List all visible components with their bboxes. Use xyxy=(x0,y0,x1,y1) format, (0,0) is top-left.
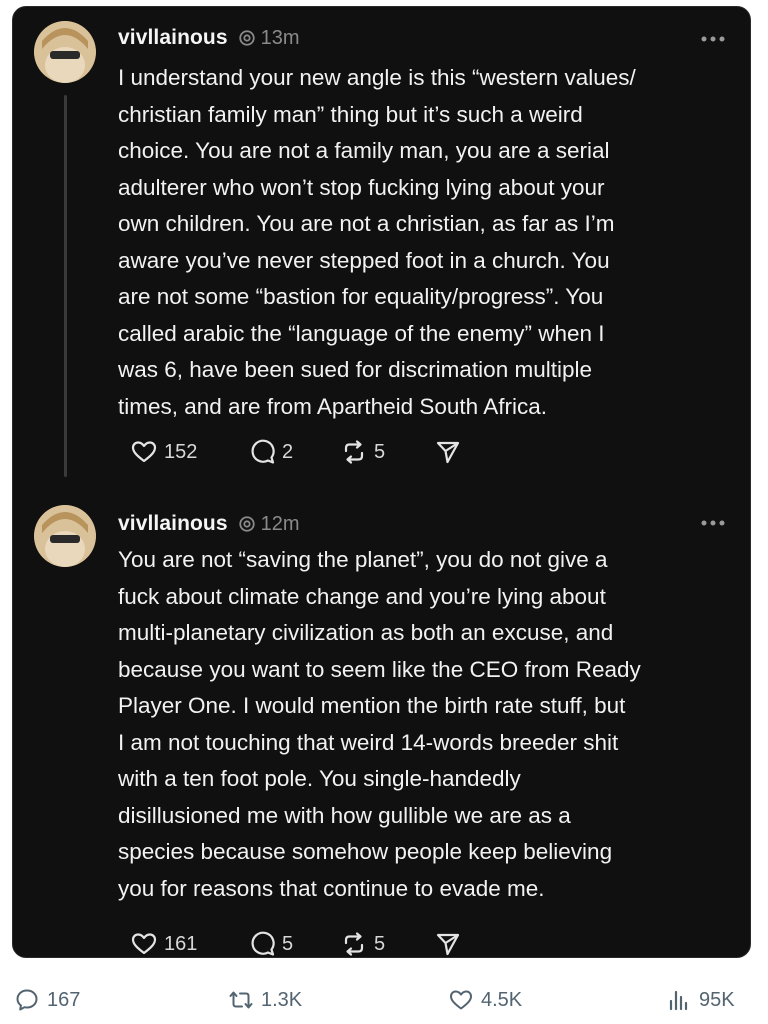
repost-button[interactable]: 5 xyxy=(340,930,434,958)
post-time: 13m xyxy=(260,26,300,49)
post-actions: 152 2 5 xyxy=(130,437,462,467)
more-dots-icon[interactable] xyxy=(700,519,726,527)
tweet-engagement-bar: 167 1.3K 4.5K 95K xyxy=(0,980,768,1020)
tweet-views-button[interactable]: 95K xyxy=(666,980,735,1020)
repost-count: 5 xyxy=(374,440,386,463)
username[interactable]: vivllainous xyxy=(118,26,228,50)
post-time: 12m xyxy=(260,512,300,535)
repost-icon xyxy=(344,440,364,464)
thread-post: vivllainous 13m I understand your new an… xyxy=(13,7,752,497)
threads-badge-icon xyxy=(238,516,255,532)
like-button[interactable]: 152 xyxy=(130,438,248,466)
like-button[interactable]: 161 xyxy=(130,930,248,958)
tweet-like-count: 4.5K xyxy=(481,988,523,1011)
avatar[interactable] xyxy=(34,505,96,567)
repost-icon xyxy=(344,932,364,956)
send-icon xyxy=(436,933,460,956)
tweet-view-count: 95K xyxy=(699,988,735,1011)
tweet-reply-count: 167 xyxy=(47,988,81,1011)
like-count: 161 xyxy=(164,932,198,955)
retweet-icon xyxy=(229,991,253,1009)
comment-bubble-icon xyxy=(16,989,38,1011)
threads-screenshot-card: vivllainous 13m I understand your new an… xyxy=(12,6,751,958)
thread-connector-line xyxy=(64,95,67,477)
post-text: I understand your new angle is this “wes… xyxy=(118,65,636,419)
share-button[interactable] xyxy=(434,438,462,466)
tweet-reply-button[interactable]: 167 xyxy=(14,980,80,1020)
tweet-retweet-count: 1.3K xyxy=(261,988,303,1011)
like-count: 152 xyxy=(164,440,198,463)
heart-icon xyxy=(450,990,472,1010)
reply-count: 2 xyxy=(282,440,294,463)
username[interactable]: vivllainous xyxy=(118,512,228,536)
avatar-image xyxy=(34,505,96,567)
heart-icon xyxy=(131,933,157,955)
repost-count: 5 xyxy=(374,932,386,955)
reply-button[interactable]: 5 xyxy=(248,930,340,958)
share-button[interactable] xyxy=(434,930,462,958)
reply-count: 5 xyxy=(282,932,294,955)
post-header: vivllainous 13m xyxy=(118,23,300,53)
avatar-image xyxy=(34,21,96,83)
thread-post: vivllainous 12m You are not “saving the … xyxy=(13,495,752,959)
bar-chart-icon xyxy=(669,990,688,1011)
post-actions: 161 5 5 xyxy=(130,929,462,959)
avatar[interactable] xyxy=(34,21,96,83)
reply-button[interactable]: 2 xyxy=(248,438,340,466)
more-dots-icon[interactable] xyxy=(700,35,726,43)
heart-icon xyxy=(131,441,157,463)
post-text: You are not “saving the planet”, you do … xyxy=(118,547,641,901)
post-header: vivllainous 12m xyxy=(118,509,300,539)
tweet-like-button[interactable]: 4.5K xyxy=(448,980,522,1020)
repost-button[interactable]: 5 xyxy=(340,438,434,466)
threads-badge-icon xyxy=(238,30,255,46)
comment-bubble-icon xyxy=(251,439,275,464)
tweet-retweet-button[interactable]: 1.3K xyxy=(228,980,302,1020)
send-icon xyxy=(436,441,460,464)
comment-bubble-icon xyxy=(251,931,275,956)
